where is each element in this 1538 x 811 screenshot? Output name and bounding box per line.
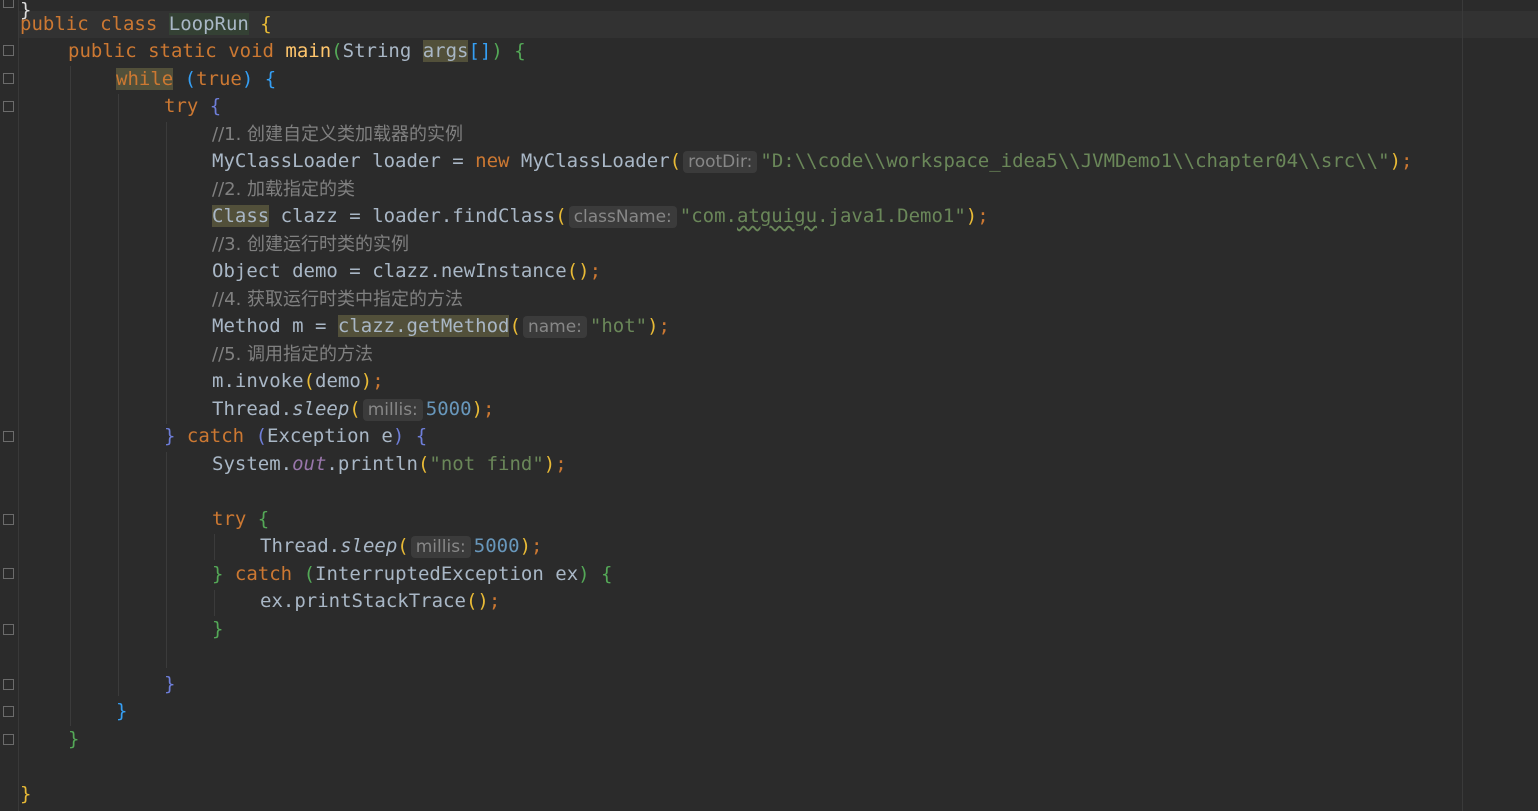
fold-marker-icon[interactable] bbox=[3, 568, 14, 579]
code-line: while (true) { bbox=[116, 68, 277, 90]
code-line: public static void main(String args[]) { bbox=[68, 40, 526, 62]
code-comment: //2. 加载指定的类 bbox=[212, 179, 356, 200]
code-comment: //4. 获取运行时类中指定的方法 bbox=[212, 289, 464, 310]
indent-guide bbox=[118, 94, 119, 696]
indent-guide bbox=[166, 452, 167, 668]
fold-marker-icon[interactable] bbox=[3, 679, 14, 690]
code-line: } bbox=[68, 728, 80, 750]
fold-marker-icon[interactable] bbox=[3, 45, 14, 56]
right-margin-guide bbox=[1462, 0, 1463, 811]
code-line: Class clazz = loader.findClass(className… bbox=[212, 205, 989, 228]
code-line: Object demo = clazz.newInstance(); bbox=[212, 260, 602, 282]
code-line: MyClassLoader loader = new MyClassLoader… bbox=[212, 150, 1413, 173]
fold-marker-icon[interactable] bbox=[3, 706, 14, 717]
code-line: m.invoke(demo); bbox=[212, 370, 384, 392]
code-line: public class LoopRun { bbox=[20, 13, 272, 35]
code-comment: //3. 创建运行时类的实例 bbox=[212, 234, 410, 255]
indent-guide bbox=[70, 66, 71, 726]
code-line: } bbox=[212, 618, 224, 640]
fold-marker-icon[interactable] bbox=[3, 101, 14, 112]
code-line: } bbox=[116, 700, 128, 722]
parameter-hint: millis: bbox=[410, 536, 471, 558]
code-comment: //1. 创建自定义类加载器的实例 bbox=[212, 124, 464, 145]
fold-marker-icon[interactable] bbox=[3, 431, 14, 442]
code-line: ex.printStackTrace(); bbox=[260, 590, 501, 612]
code-line: } catch (InterruptedException ex) { bbox=[212, 563, 613, 585]
code-line: } catch (Exception e) { bbox=[164, 425, 428, 447]
parameter-hint: rootDir: bbox=[683, 151, 758, 173]
editor-gutter bbox=[0, 0, 19, 811]
code-line: Method m = clazz.getMethod(name: "hot"); bbox=[212, 315, 670, 338]
code-line: Thread.sleep(millis: 5000); bbox=[260, 535, 543, 558]
code-line: } bbox=[20, 783, 32, 805]
fold-marker-icon[interactable] bbox=[3, 624, 14, 635]
indent-guide bbox=[166, 122, 167, 424]
indent-guide bbox=[214, 534, 215, 560]
fold-marker-icon[interactable] bbox=[3, 514, 14, 525]
code-comment: //5. 调用指定的方法 bbox=[212, 344, 374, 365]
code-line: Thread.sleep(millis: 5000); bbox=[212, 398, 495, 421]
code-line: } bbox=[164, 673, 176, 695]
indent-guide bbox=[214, 590, 215, 616]
parameter-hint: millis: bbox=[362, 399, 423, 421]
fold-marker-icon[interactable] bbox=[3, 0, 14, 8]
code-line: try { bbox=[212, 508, 270, 530]
parameter-hint: name: bbox=[522, 316, 587, 338]
fold-marker-icon[interactable] bbox=[3, 73, 14, 84]
parameter-hint: className: bbox=[568, 206, 677, 228]
code-line: try { bbox=[164, 95, 222, 117]
code-line: System.out.println("not find"); bbox=[212, 453, 567, 475]
fold-marker-icon[interactable] bbox=[3, 734, 14, 745]
